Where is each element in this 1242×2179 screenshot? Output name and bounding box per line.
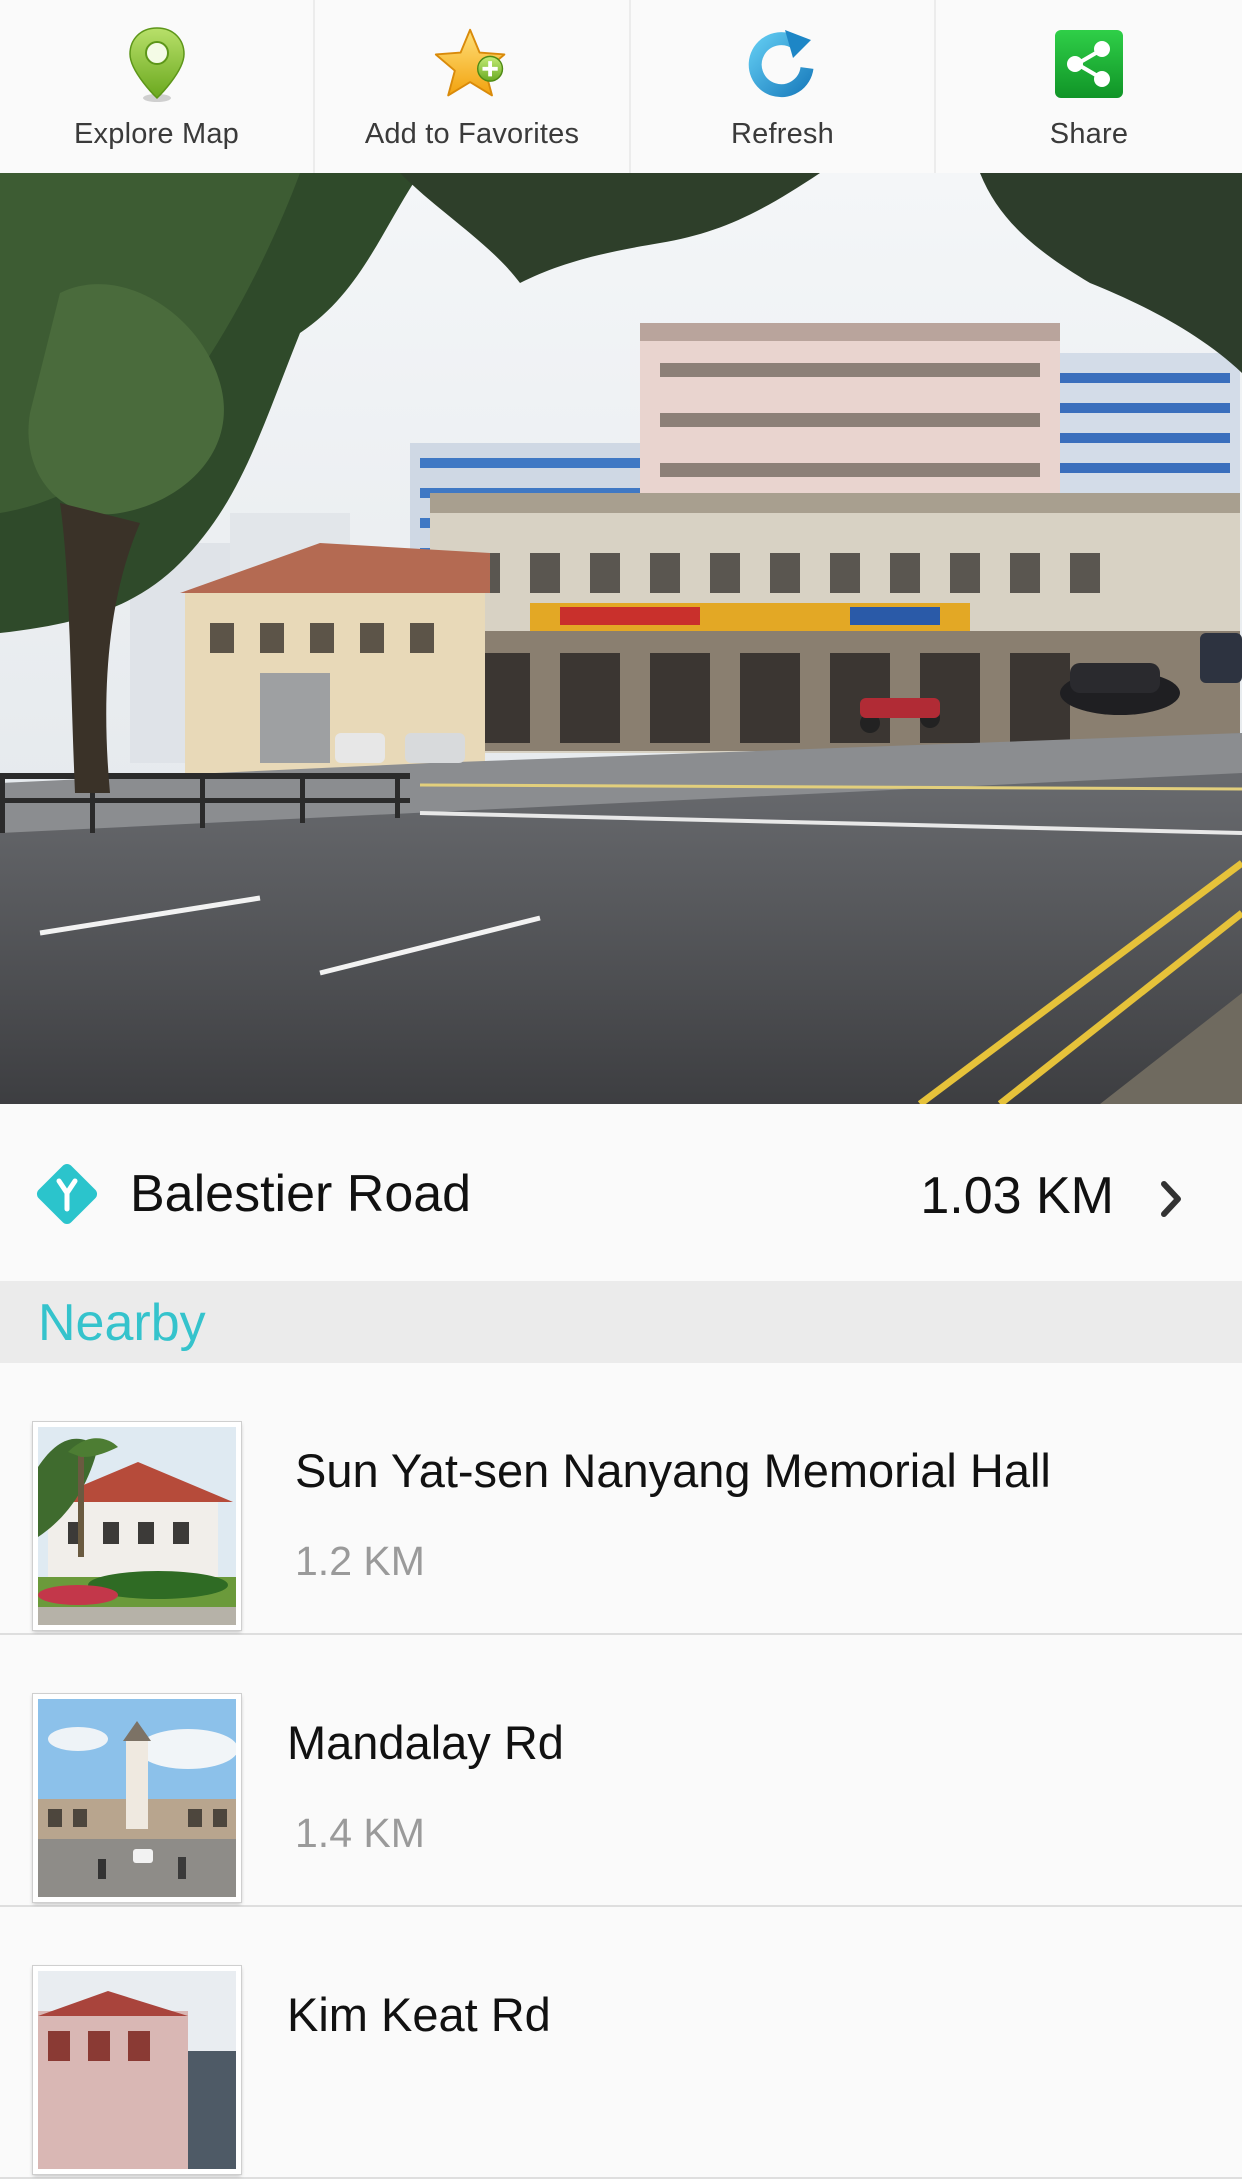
- place-distance: 1.2 KM: [295, 1538, 425, 1584]
- map-pin-icon: [117, 24, 197, 104]
- place-title: Sun Yat-sen Nanyang Memorial Hall: [295, 1444, 1051, 1497]
- place-thumbnail: [33, 1694, 241, 1902]
- explore-map-label: Explore Map: [74, 118, 239, 150]
- add-to-favorites-label: Add to Favorites: [364, 118, 580, 150]
- place-thumbnail: [33, 1422, 241, 1630]
- nearby-title: Nearby: [38, 1294, 206, 1352]
- explore-map-button[interactable]: Explore Map: [0, 0, 315, 173]
- location-distance: 1.03 KM: [920, 1167, 1114, 1225]
- list-item[interactable]: Sun Yat-sen Nanyang Memorial Hall 1.2 KM: [0, 1363, 1242, 1635]
- share-icon: [1049, 24, 1129, 104]
- location-name: Balestier Road: [130, 1165, 472, 1223]
- refresh-button[interactable]: Refresh: [631, 0, 936, 173]
- location-photo: [0, 173, 1242, 1104]
- nearby-list: Sun Yat-sen Nanyang Memorial Hall 1.2 KM: [0, 1363, 1242, 2179]
- current-location-row[interactable]: Balestier Road 1.03 KM: [0, 1104, 1242, 1281]
- nearby-section-header: Nearby: [0, 1281, 1242, 1363]
- refresh-label: Refresh: [731, 118, 834, 150]
- place-title: Mandalay Rd: [287, 1716, 564, 1769]
- share-label: Share: [1049, 118, 1129, 150]
- refresh-icon: [743, 24, 823, 104]
- place-distance: 1.4 KM: [295, 1810, 425, 1856]
- chevron-right-icon: [1161, 1181, 1181, 1217]
- share-button[interactable]: Share: [936, 0, 1242, 173]
- directions-icon: [36, 1163, 98, 1225]
- action-toolbar: Explore Map Add to Favorites Refresh Sha…: [0, 0, 1242, 173]
- list-item[interactable]: Kim Keat Rd: [0, 1907, 1242, 2179]
- star-add-icon: [432, 24, 512, 104]
- list-item[interactable]: Mandalay Rd 1.4 KM: [0, 1635, 1242, 1907]
- add-to-favorites-button[interactable]: Add to Favorites: [315, 0, 631, 173]
- place-title: Kim Keat Rd: [287, 1988, 551, 2041]
- place-thumbnail: [33, 1966, 241, 2174]
